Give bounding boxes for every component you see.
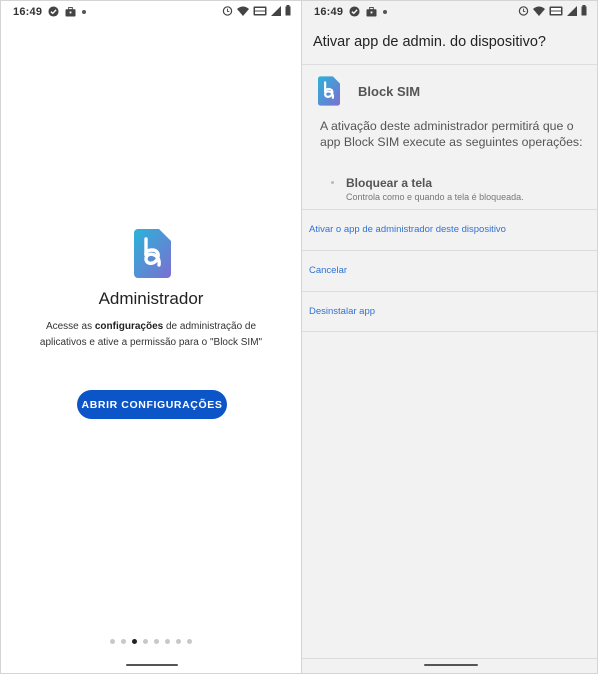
block-sim-logo (134, 229, 171, 278)
volte-icon (253, 6, 267, 15)
nav-gesture-bar[interactable] (424, 664, 478, 666)
battery-icon (285, 5, 291, 16)
divider (302, 658, 597, 659)
app-info-row: Block SIM (318, 76, 420, 106)
check-circle-icon (349, 6, 360, 17)
briefcase-icon (366, 6, 377, 17)
device-admin-dialog: 16:49 Ativar app de admin. do dispositiv… (301, 0, 598, 674)
dialog-title: Ativar app de admin. do dispositivo? (313, 34, 546, 50)
signal-icon (271, 5, 281, 16)
cancel-button[interactable]: Cancelar (302, 250, 597, 290)
page-dot[interactable] (176, 639, 181, 644)
check-circle-icon (48, 6, 59, 17)
app-name: Block SIM (358, 83, 421, 99)
desc-prefix: Acesse as (45, 321, 95, 332)
wifi-icon (533, 6, 545, 16)
divider (302, 331, 597, 332)
wifi-icon (237, 6, 249, 16)
battery-icon (581, 5, 587, 16)
desc-bold: configurações (94, 321, 164, 332)
page-indicator (1, 639, 301, 644)
notification-dot-icon (82, 9, 86, 14)
notification-dot-icon (383, 9, 387, 14)
block-sim-logo (318, 76, 340, 106)
page-description: Acesse as configurações de administração… (31, 319, 271, 351)
page-title: Administrador (98, 289, 204, 308)
page-dot[interactable] (165, 639, 170, 644)
policy-bullet-icon (331, 181, 334, 184)
activate-admin-button[interactable]: Ativar o app de administrador deste disp… (302, 209, 597, 249)
page-dot[interactable] (187, 639, 192, 644)
page-dot[interactable] (110, 639, 115, 644)
alarm-icon (518, 6, 529, 16)
nav-gesture-bar[interactable] (126, 664, 178, 666)
status-time: 16:49 (13, 6, 43, 18)
volte-icon (549, 6, 563, 15)
page-dot[interactable] (154, 639, 159, 644)
policy-title: Bloquear a tela (346, 176, 433, 190)
status-bar: 16:49 (302, 1, 597, 23)
page-dot[interactable] (143, 639, 148, 644)
policy-description: Controla como e quando a tela é bloquead… (346, 192, 524, 202)
status-bar: 16:49 (1, 1, 301, 23)
onboarding-screen: 16:49 Administrador Acesse as configuraç… (0, 0, 302, 674)
permission-intro: A ativação deste administrador permitirá… (320, 119, 583, 149)
briefcase-icon (65, 6, 76, 17)
open-settings-button[interactable]: ABRIR CONFIGURAÇÕES (77, 390, 227, 419)
alarm-icon (222, 6, 233, 16)
status-time: 16:49 (314, 6, 344, 18)
page-dot[interactable] (121, 639, 126, 644)
page-dot[interactable] (132, 639, 137, 644)
uninstall-app-button[interactable]: Desinstalar app (302, 291, 597, 331)
signal-icon (567, 5, 577, 16)
dialog-header: Ativar app de admin. do dispositivo? (302, 23, 597, 65)
